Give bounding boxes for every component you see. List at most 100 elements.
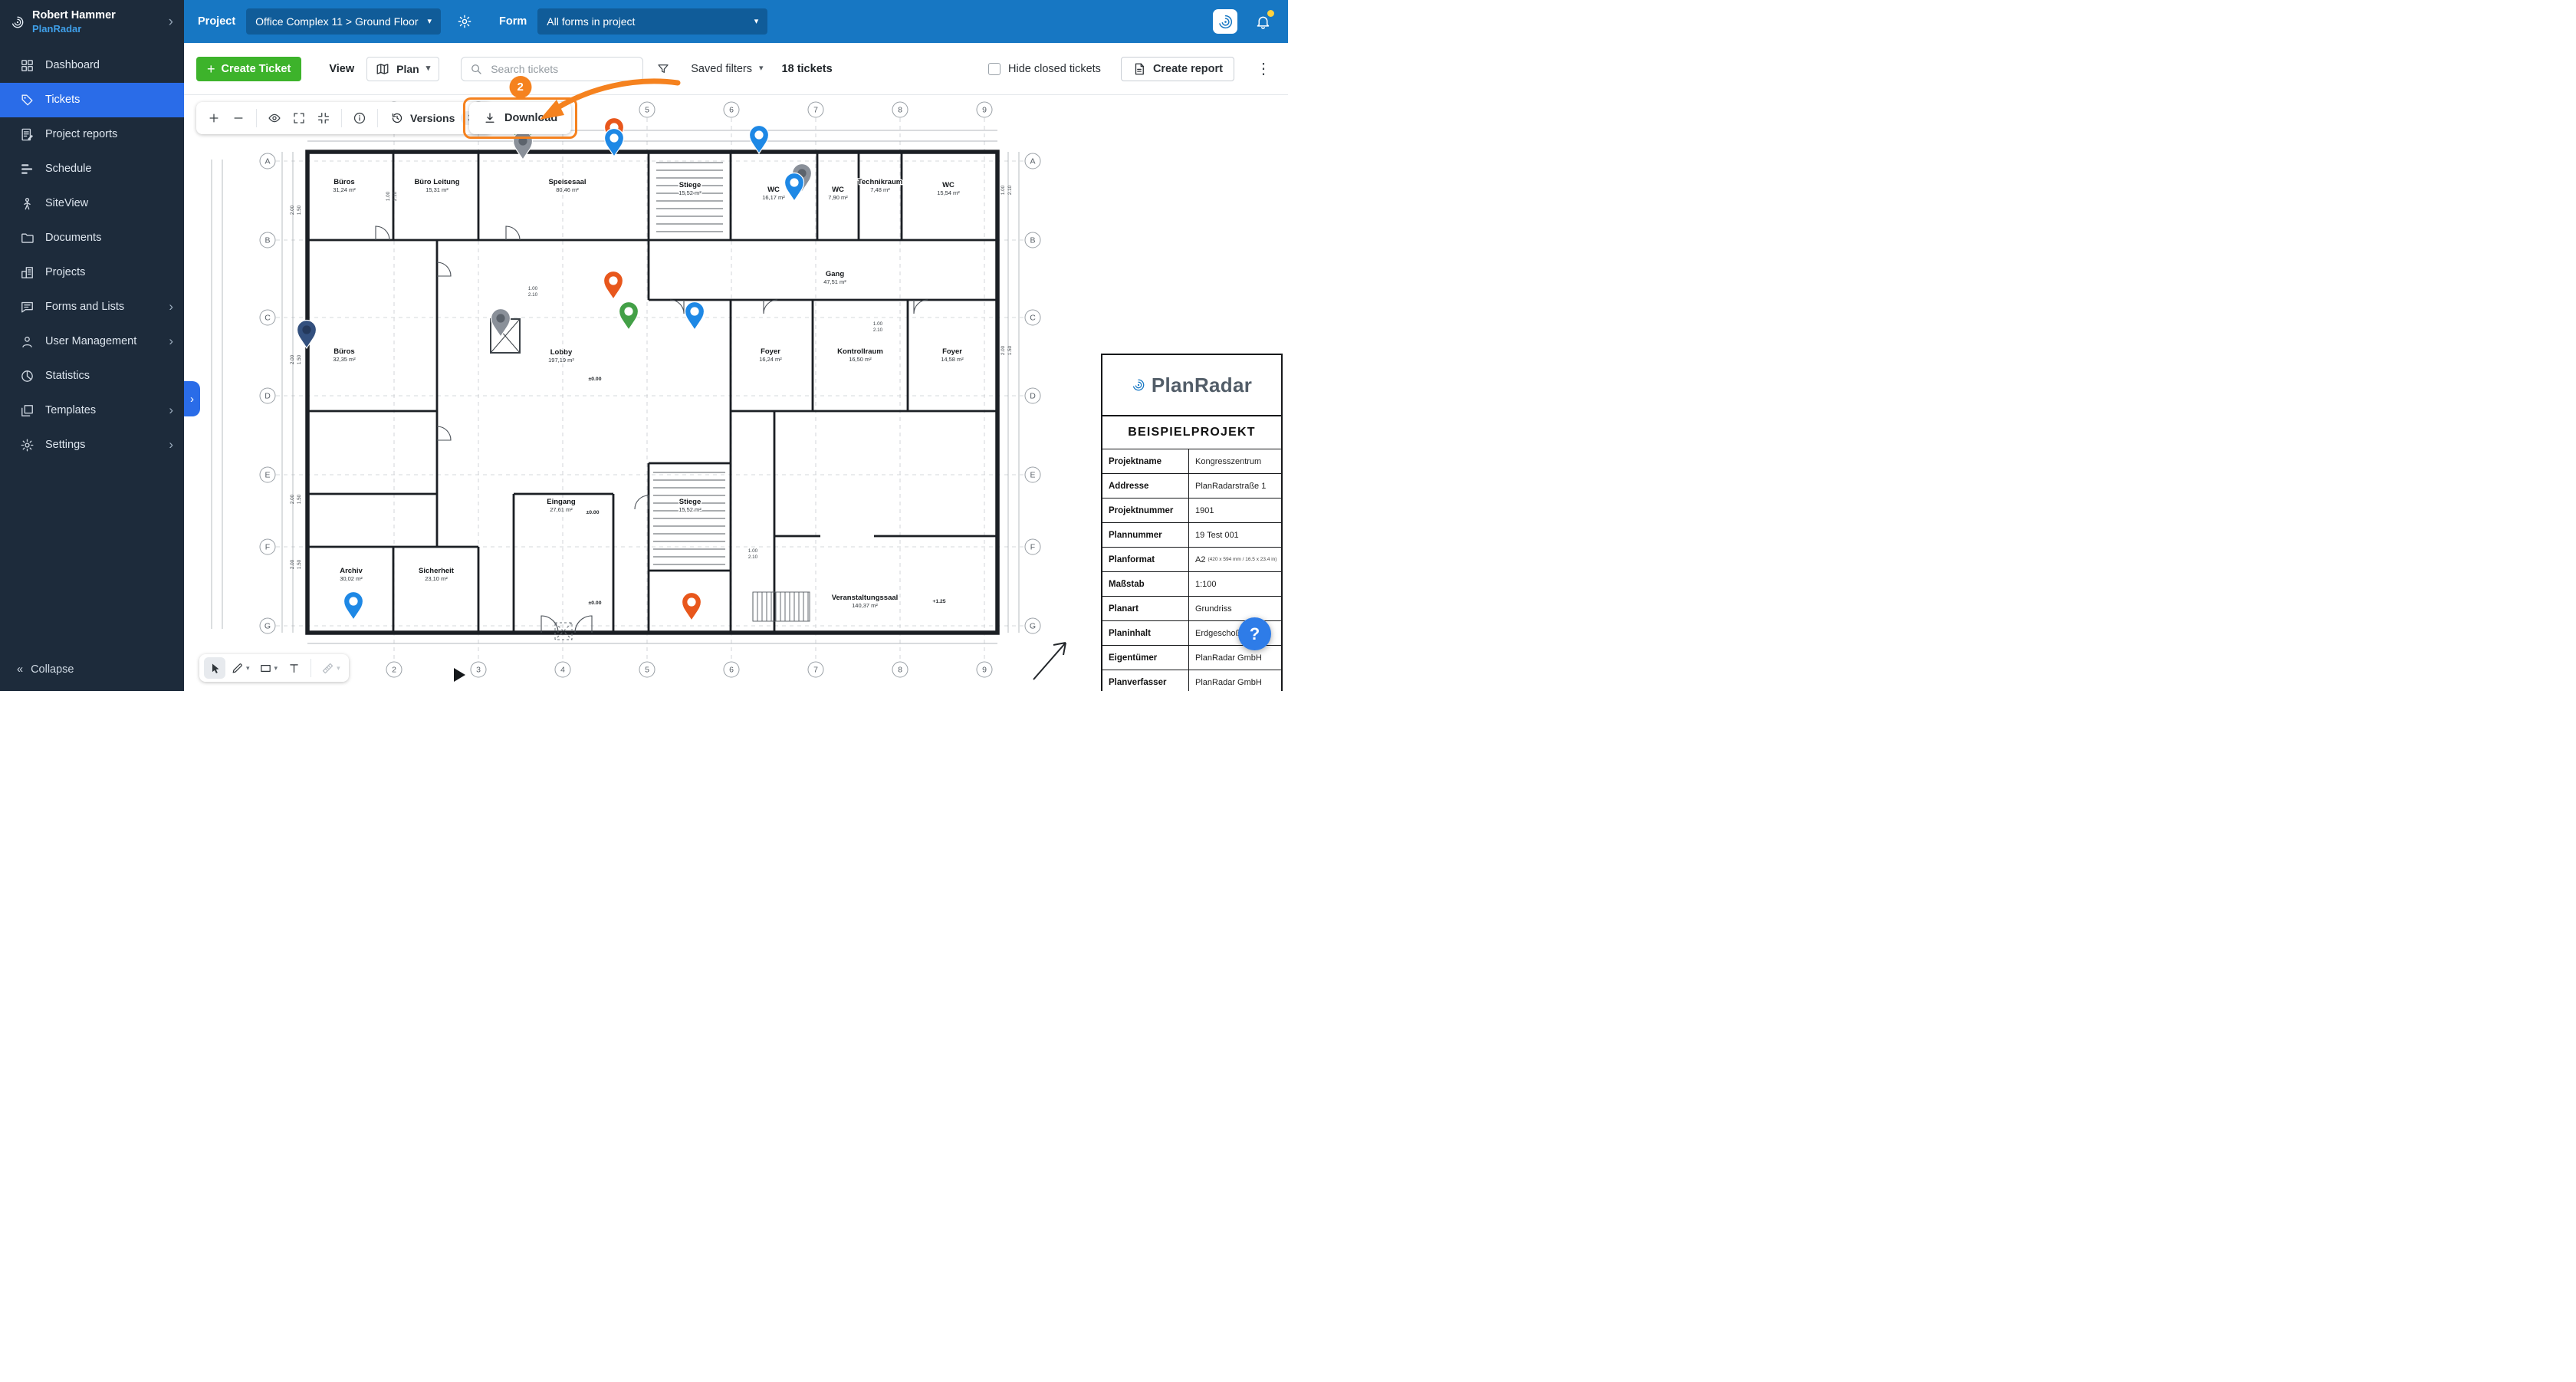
caret-down-icon: ▾ [427,16,432,26]
room-area: 16,24 m² [759,356,782,363]
doors [375,225,928,633]
project-selector[interactable]: Office Complex 11 > Ground Floor ▾ [246,8,442,35]
caret-down-icon: ▾ [426,64,431,73]
room-name: Stiege [679,498,702,506]
create-ticket-button[interactable]: + Create Ticket [196,56,302,81]
zoom-out-button[interactable] [227,107,250,130]
titleblock-row-label: Planformat [1109,554,1155,564]
planradar-logo-icon [1132,378,1145,392]
rectangle-icon [259,662,272,675]
project-reports-icon [20,127,34,142]
filter-button[interactable] [651,57,675,81]
sidebar-item-schedule[interactable]: Schedule [0,152,184,186]
search-input[interactable] [489,61,636,76]
titleblock-row: Projektname Kongresszentrum [1102,449,1281,473]
versions-label: Versions [410,112,455,124]
project-settings-button[interactable] [452,8,478,35]
ticket-pin-blue[interactable] [684,301,705,331]
schedule-icon [20,162,34,176]
sidebar-item-forms-and-lists[interactable]: Forms and Lists › [0,290,184,324]
room-area: 31,24 m² [333,186,356,193]
room-area: 23,10 m² [425,575,448,582]
dimension-label: 2.00 [290,205,295,215]
view-mode-dropdown[interactable]: Plan ▾ [366,56,440,81]
sidebar-item-tickets[interactable]: Tickets [0,82,184,117]
grid-labels: 2233445566778899AABBCCDDEEFFGG [259,101,1041,678]
sidebar-expand-tab[interactable]: › [184,381,200,416]
brand-name: PlanRadar [32,22,82,35]
help-button[interactable]: ? [1238,617,1271,650]
svg-text:G: G [264,622,271,631]
action-bar: + Create Ticket View Plan ▾ Saved filter… [184,43,1288,95]
chevron-right-icon: › [168,13,173,30]
room-name: WC [832,186,844,194]
dimension-label: 2.10 [528,292,538,298]
titleblock-row-value: PlanRadar GmbH [1188,646,1281,670]
sidebar-item-statistics[interactable]: Statistics [0,359,184,393]
ticket-pin-orange[interactable] [603,270,624,301]
fit-to-screen-button[interactable] [312,107,335,130]
search-tickets-box[interactable] [461,56,644,81]
saved-filters-dropdown[interactable]: Saved filters ▾ [691,63,763,75]
sidebar-item-templates[interactable]: Templates › [0,393,184,428]
toggle-pins-visibility-button[interactable] [263,107,286,130]
sidebar-item-user-management[interactable]: User Management › [0,324,184,359]
sidebar-item-settings[interactable]: Settings › [0,428,184,462]
text-tool-button[interactable] [283,657,304,679]
ticket-pin-blue[interactable] [784,172,805,202]
actionbar-right: Hide closed tickets Create report ⋮ [988,56,1273,81]
notifications-button[interactable] [1253,10,1274,31]
svg-text:D: D [1030,392,1036,401]
sidebar-item-dashboard[interactable]: Dashboard [0,48,184,83]
drawing-toolbar: ▾ ▾ ▾ [199,654,349,682]
dimension-label: 1.50 [297,559,302,569]
hide-closed-toggle[interactable]: Hide closed tickets [988,62,1101,75]
form-selector[interactable]: All forms in project ▾ [537,8,768,35]
sidebar-item-siteview[interactable]: SiteView [0,186,184,221]
collapse-button[interactable]: « Collapse [0,651,184,691]
ticket-pin-green[interactable] [618,301,639,331]
history-icon [390,111,404,125]
sidebar-item-documents[interactable]: Documents [0,221,184,255]
pen-tool-button[interactable]: ▾ [227,657,254,679]
svg-text:E: E [264,471,270,480]
sidebar-item-projects[interactable]: Projects [0,255,184,290]
svg-text:2: 2 [392,666,396,675]
create-report-button[interactable]: Create report [1120,56,1234,81]
ticket-pin-navy[interactable] [296,319,317,350]
ticket-pin-blue[interactable] [343,591,364,621]
pencil-icon [231,662,244,675]
plan-marker-triangle[interactable] [454,668,465,682]
room-area: 16,50 m² [849,356,872,363]
user-profile[interactable]: Robert Hammer PlanRadar › [0,0,184,45]
plan-info-button[interactable] [348,107,371,130]
sidebar: Robert Hammer PlanRadar › Dashboard Ticke… [0,0,184,691]
form-label: Form [499,15,527,28]
ticket-pin-gray[interactable] [490,308,511,338]
measure-tool-button[interactable]: ▾ [317,657,344,679]
titleblock-row: Planformat A2 (420 x 594 mm / 16.5 x 23.4… [1102,547,1281,571]
ticket-pin-blue[interactable] [748,124,770,155]
planradar-app-button[interactable] [1213,9,1237,34]
svg-text:5: 5 [645,106,649,115]
dimension-labels: 2.00 1.502.00 1.502.00 1.502.00 1.501.00 2.10… [290,185,1013,569]
ticket-pin-orange[interactable] [681,591,702,622]
settings-icon [20,438,34,452]
download-button[interactable]: Download [469,102,572,134]
ticket-pin-gray[interactable] [512,130,534,161]
room-area: 15,52 m² [678,506,702,513]
sidebar-item-project-reports[interactable]: Project reports [0,117,184,152]
hide-closed-checkbox[interactable] [988,62,1001,75]
titleblock-row-value: 19 Test 001 [1188,523,1281,547]
room-area: 7,48 m² [870,186,890,193]
more-options-button[interactable]: ⋮ [1254,59,1273,78]
titleblock-project-title: BEISPIELPROJEKT [1102,415,1281,449]
select-tool-button[interactable] [204,657,225,679]
titleblock-row: Planverfasser PlanRadar GmbH [1102,670,1281,691]
zoom-in-button[interactable] [202,107,225,130]
shape-tool-button[interactable]: ▾ [255,657,282,679]
room-area: 30,02 m² [340,575,363,582]
dimension-label: 1.00 [1001,185,1006,195]
text-icon [288,662,301,675]
fullscreen-button[interactable] [288,107,310,130]
